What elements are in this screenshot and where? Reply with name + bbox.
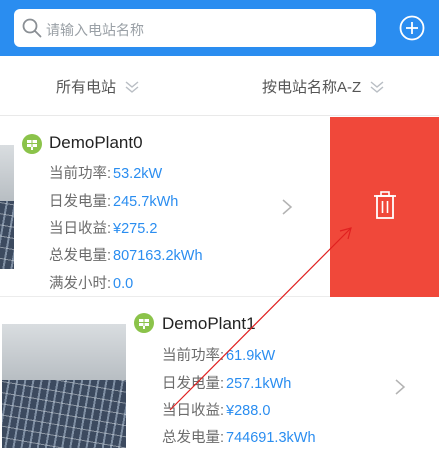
plant-photo — [2, 324, 126, 448]
current-power-row: 当前功率: 61.9kW — [162, 348, 276, 364]
plant-name: DemoPlant0 — [49, 133, 143, 152]
solar-plant-icon — [134, 313, 154, 333]
total-energy-row: 总发电量: 807163.2kWh — [49, 248, 203, 264]
add-circle-icon[interactable] — [399, 15, 425, 41]
plant-card[interactable]: DemoPlant1 当前功率: 61.9kW 日发电量: 257.1kWh 当日收… — [0, 298, 439, 451]
filter-sort-label: 按电站名称A-Z — [262, 79, 362, 96]
search-icon — [22, 18, 42, 38]
filter-all-plants[interactable]: 所有电站 — [56, 76, 140, 97]
filter-all-label: 所有电站 — [56, 79, 117, 96]
daily-income-row: 当日收益: ¥288.0 — [162, 403, 271, 419]
search-input[interactable]: 请输入电站名称 — [14, 9, 376, 47]
plant-name: DemoPlant1 — [162, 314, 256, 333]
solar-plant-icon — [22, 134, 42, 154]
filter-bar: 所有电站 按电站名称A-Z — [0, 56, 439, 116]
trash-icon — [374, 191, 396, 219]
total-energy-row: 总发电量: 744691.3kWh — [162, 430, 316, 446]
daily-income-row: 当日收益: ¥275.2 — [49, 221, 158, 237]
chevron-right-icon — [282, 199, 293, 215]
daily-energy-row: 日发电量: 245.7kWh — [49, 194, 179, 210]
search-placeholder: 请输入电站名称 — [46, 22, 144, 38]
double-chevron-down-icon — [370, 80, 384, 93]
daily-energy-row: 日发电量: 257.1kWh — [162, 376, 292, 392]
double-chevron-down-icon — [125, 80, 139, 93]
plant-photo — [0, 145, 14, 269]
filter-sort[interactable]: 按电站名称A-Z — [262, 76, 385, 97]
current-power-row: 当前功率: 53.2kW — [49, 166, 163, 182]
full-load-hours-row: 满发小时: 0.0 — [49, 276, 134, 292]
top-bar: 请输入电站名称 — [0, 0, 439, 56]
delete-button[interactable] — [330, 117, 439, 297]
chevron-right-icon — [395, 379, 406, 395]
